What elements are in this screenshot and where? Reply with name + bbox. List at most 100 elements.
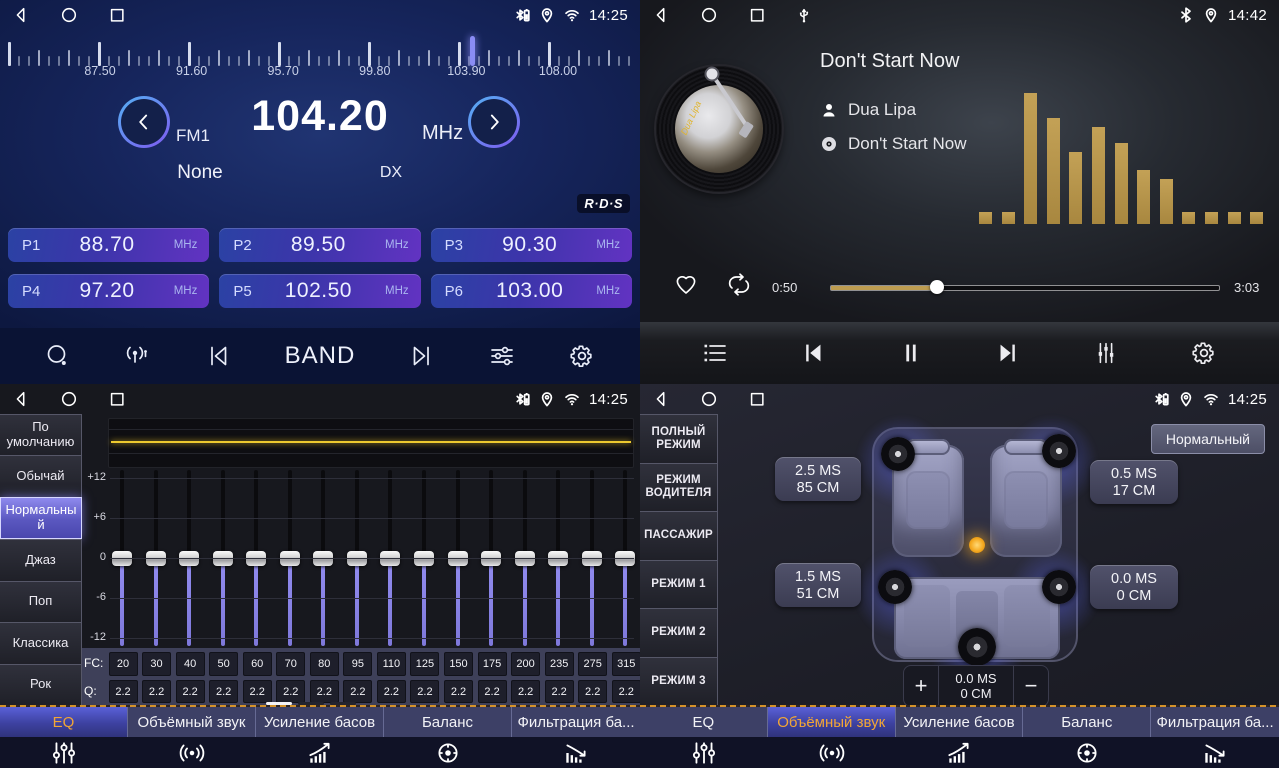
q-value[interactable]: 2.2 <box>478 680 507 703</box>
tuner-dial[interactable] <box>8 38 632 66</box>
fc-value[interactable]: 40 <box>176 652 205 676</box>
rear-left-speaker[interactable] <box>878 570 912 604</box>
tab-bass-boost[interactable]: Усиление басов <box>256 707 384 768</box>
fc-value[interactable]: 80 <box>310 652 339 676</box>
page-dash[interactable] <box>330 702 356 705</box>
eq-preset-item[interactable]: Поп <box>0 581 82 622</box>
fc-value[interactable]: 150 <box>444 652 473 676</box>
fc-value[interactable]: 50 <box>209 652 238 676</box>
band-button[interactable]: BAND <box>285 342 356 370</box>
sound-profile-badge[interactable]: Нормальный <box>1151 424 1265 454</box>
preset-button-p3[interactable]: P390.30MHz <box>431 228 632 262</box>
tab-bass-filter[interactable]: Фильтрация ба... <box>1151 707 1279 768</box>
q-value[interactable]: 2.2 <box>612 680 640 703</box>
tune-down-button[interactable] <box>118 96 170 148</box>
playlist-icon[interactable] <box>701 339 729 367</box>
eq-preset-item[interactable]: Рок <box>0 664 82 705</box>
eq-preset-item[interactable]: Джаз <box>0 539 82 580</box>
scan-icon[interactable] <box>44 342 72 370</box>
preset-button-p6[interactable]: P6103.00MHz <box>431 274 632 308</box>
recents-icon[interactable] <box>748 6 766 24</box>
favorite-heart-button[interactable] <box>672 270 700 298</box>
fc-value[interactable]: 315 <box>612 652 640 676</box>
listening-mode-item[interactable]: РЕЖИМ 2 <box>640 608 718 657</box>
home-icon[interactable] <box>60 390 78 408</box>
q-value[interactable]: 2.2 <box>142 680 171 703</box>
front-left-speaker[interactable] <box>881 437 915 471</box>
listening-mode-item[interactable]: ПОЛНЫЙ РЕЖИМ <box>640 414 718 463</box>
mixer-horizontal-icon[interactable] <box>488 342 516 370</box>
tab-eq-sliders[interactable]: EQ <box>0 707 128 768</box>
recents-icon[interactable] <box>108 6 126 24</box>
fc-value[interactable]: 70 <box>276 652 305 676</box>
q-value[interactable]: 2.2 <box>410 680 439 703</box>
listening-mode-item[interactable]: РЕЖИМ 1 <box>640 560 718 609</box>
tab-balance[interactable]: Баланс <box>384 707 512 768</box>
back-icon[interactable] <box>12 6 30 24</box>
prev-filled-icon[interactable] <box>799 339 827 367</box>
back-icon[interactable] <box>652 6 670 24</box>
home-icon[interactable] <box>60 6 78 24</box>
fc-value[interactable]: 175 <box>478 652 507 676</box>
mixer-vertical-icon[interactable] <box>1092 339 1120 367</box>
pause-icon[interactable] <box>897 339 925 367</box>
subwoofer[interactable] <box>958 628 996 666</box>
progress-knob[interactable] <box>930 280 944 294</box>
eq-preset-item[interactable]: Классика <box>0 622 82 663</box>
broadcast-icon[interactable] <box>124 342 152 370</box>
listening-mode-item[interactable]: РЕЖИМ 3 <box>640 657 718 706</box>
eq-preset-item[interactable]: Обычай <box>0 455 82 496</box>
recents-icon[interactable] <box>748 390 766 408</box>
q-value[interactable]: 2.2 <box>209 680 238 703</box>
next-outline-icon[interactable] <box>408 342 436 370</box>
fc-value[interactable]: 235 <box>545 652 574 676</box>
tab-bass-boost[interactable]: Усиление басов <box>896 707 1024 768</box>
rear-right-speaker[interactable] <box>1042 570 1076 604</box>
q-value[interactable]: 2.2 <box>243 680 272 703</box>
delay-increase-button[interactable]: + <box>904 666 938 706</box>
q-value[interactable]: 2.2 <box>444 680 473 703</box>
tab-surround-sound[interactable]: Объёмный звук <box>128 707 256 768</box>
tuner-dial-indicator[interactable] <box>470 36 475 66</box>
back-icon[interactable] <box>652 390 670 408</box>
q-value[interactable]: 2.2 <box>377 680 406 703</box>
back-icon[interactable] <box>12 390 30 408</box>
page-dash[interactable] <box>298 702 324 705</box>
tab-bass-filter[interactable]: Фильтрация ба... <box>512 707 640 768</box>
q-value[interactable]: 2.2 <box>109 680 138 703</box>
next-filled-icon[interactable] <box>994 339 1022 367</box>
settings-gear-icon[interactable] <box>1190 339 1218 367</box>
q-value[interactable]: 2.2 <box>310 680 339 703</box>
fc-value[interactable]: 60 <box>243 652 272 676</box>
fc-value[interactable]: 110 <box>377 652 406 676</box>
home-icon[interactable] <box>700 6 718 24</box>
repeat-button[interactable] <box>724 270 754 300</box>
fc-value[interactable]: 30 <box>142 652 171 676</box>
q-value[interactable]: 2.2 <box>545 680 574 703</box>
listening-mode-item[interactable]: РЕЖИМ ВОДИТЕЛЯ <box>640 463 718 512</box>
home-icon[interactable] <box>700 390 718 408</box>
settings-gear-icon[interactable] <box>568 342 596 370</box>
listening-mode-item[interactable]: ПАССАЖИР <box>640 511 718 560</box>
preset-button-p4[interactable]: P497.20MHz <box>8 274 209 308</box>
listening-position-dot[interactable] <box>969 537 985 553</box>
tab-surround-sound[interactable]: Объёмный звук <box>768 707 896 768</box>
tune-up-button[interactable] <box>468 96 520 148</box>
page-dash[interactable] <box>266 702 292 705</box>
q-value[interactable]: 2.2 <box>176 680 205 703</box>
recents-icon[interactable] <box>108 390 126 408</box>
q-value[interactable]: 2.2 <box>511 680 540 703</box>
eq-preset-item[interactable]: По умолчанию <box>0 414 82 455</box>
progress-slider[interactable] <box>830 285 1220 291</box>
q-value[interactable]: 2.2 <box>578 680 607 703</box>
q-value[interactable]: 2.2 <box>276 680 305 703</box>
fc-value[interactable]: 275 <box>578 652 607 676</box>
preset-button-p2[interactable]: P289.50MHz <box>219 228 420 262</box>
tab-eq-sliders[interactable]: EQ <box>640 707 768 768</box>
delay-decrease-button[interactable]: − <box>1014 666 1048 706</box>
prev-outline-icon[interactable] <box>204 342 232 370</box>
fc-value[interactable]: 200 <box>511 652 540 676</box>
tab-balance[interactable]: Баланс <box>1023 707 1151 768</box>
front-right-speaker[interactable] <box>1042 434 1076 468</box>
fc-value[interactable]: 125 <box>410 652 439 676</box>
